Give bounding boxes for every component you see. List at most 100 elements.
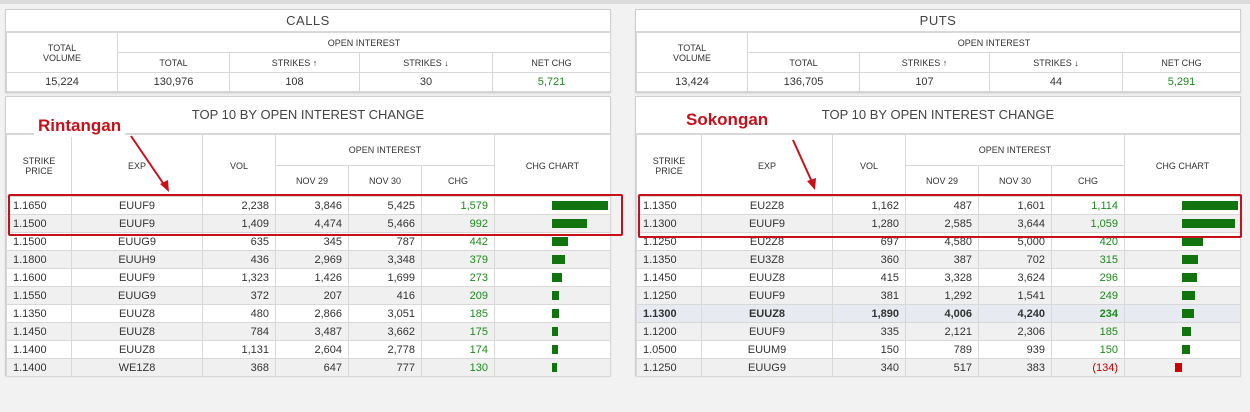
strikes-up-value: 108: [229, 72, 360, 92]
chg-bar: [1182, 237, 1204, 246]
table-row: 1.1800 EUUH9 436 2,969 3,348 379: [6, 250, 612, 269]
table-row: 1.1400 EUUZ8 1,131 2,604 2,778 174: [6, 340, 612, 359]
exp-cell: EUUZ8: [71, 340, 203, 359]
vol-cell: 480: [202, 304, 276, 323]
vol-cell: 368: [202, 358, 276, 377]
nov29-cell: 2,969: [275, 250, 349, 269]
strike-cell: 1.1550: [6, 286, 72, 305]
nov29-cell: 387: [905, 250, 979, 269]
nov30-cell: 416: [348, 286, 422, 305]
chg-bar: [552, 273, 562, 282]
nov30-cell: 1,699: [348, 268, 422, 287]
strike-cell: 1.1350: [6, 304, 72, 323]
table-row: 1.1400 WE1Z8 368 647 777 130: [6, 358, 612, 377]
chg-bar: [1182, 273, 1197, 282]
chg-bar: [552, 237, 568, 246]
vol-cell: 1,323: [202, 268, 276, 287]
chg-chart-cell: [494, 250, 612, 269]
puts-annotation-arrow: [792, 139, 816, 190]
chg-chart-cell: [494, 304, 612, 323]
chg-chart-cell: [494, 268, 612, 287]
top-bar: [0, 0, 1250, 4]
nov29-cell: 647: [275, 358, 349, 377]
chg-bar: [552, 345, 559, 354]
nov29-cell: 3,487: [275, 322, 349, 341]
nov29-cell: 3,328: [905, 268, 979, 287]
strike-cell: 1.1450: [6, 322, 72, 341]
vol-cell: 372: [202, 286, 276, 305]
table-row: 1.1250 EUUG9 340 517 383 (134): [636, 358, 1242, 377]
table-row: 1.1300 EUUZ8 1,890 4,006 4,240 234: [636, 304, 1242, 323]
table-row: 1.1200 EUUF9 335 2,121 2,306 185: [636, 322, 1242, 341]
nov30-cell: 3,348: [348, 250, 422, 269]
exp-cell: EUUZ8: [71, 322, 203, 341]
chg-chart-cell: [494, 286, 612, 305]
exp-cell: EUUG9: [701, 358, 833, 377]
vol-cell: 436: [202, 250, 276, 269]
nov29-cell: 2,604: [275, 340, 349, 359]
vol-cell: 1,131: [202, 340, 276, 359]
puts-highlight-box: [638, 194, 1242, 238]
exp-cell: EU3Z8: [701, 250, 833, 269]
chg-chart-cell: [1124, 358, 1242, 377]
strike-cell: 1.1250: [636, 286, 702, 305]
strike-cell: 1.1600: [6, 268, 72, 287]
puts-summary-panel: PUTS TOTAL VOLUME OPEN INTEREST TOTAL ST…: [635, 9, 1242, 93]
nov29-cell: 2,866: [275, 304, 349, 323]
net-chg-header: NET CHG: [1121, 52, 1242, 73]
table-row: 1.1350 EU3Z8 360 387 702 315: [636, 250, 1242, 269]
vol-cell: 340: [832, 358, 906, 377]
calls-top10-panel: TOP 10 BY OPEN INTEREST CHANGE STRIKE PR…: [5, 96, 612, 377]
open-interest-header: OPEN INTEREST: [746, 32, 1242, 53]
table-row: 1.1350 EUUZ8 480 2,866 3,051 185: [6, 304, 612, 323]
total-volume-value: 15,224: [6, 72, 118, 92]
open-interest-header: OPEN INTEREST: [904, 134, 1126, 166]
chg-cell: 234: [1050, 304, 1126, 323]
chg-chart-cell: [1124, 304, 1242, 323]
calls-top10-table: STRIKE PRICE EXP VOL OPEN INTEREST CHG C…: [6, 134, 612, 377]
calls-annotation-label: Rintangan: [34, 115, 126, 137]
strike-cell: 1.0500: [636, 340, 702, 359]
chg-chart-cell: [1124, 286, 1242, 305]
chg-header: CHG: [1050, 165, 1126, 197]
strike-cell: 1.1200: [636, 322, 702, 341]
total-value: 130,976: [117, 72, 230, 92]
chg-cell: 174: [420, 340, 496, 359]
nov30-cell: 383: [978, 358, 1052, 377]
vol-cell: 415: [832, 268, 906, 287]
strike-cell: 1.1400: [6, 340, 72, 359]
chg-cell: 185: [420, 304, 496, 323]
chg-chart-cell: [1124, 250, 1242, 269]
total-header: TOTAL: [117, 52, 230, 73]
nov30-cell: 702: [978, 250, 1052, 269]
chg-cell: (134): [1050, 358, 1126, 377]
vol-header: VOL: [202, 134, 276, 197]
vol-cell: 1,890: [832, 304, 906, 323]
vol-cell: 335: [832, 322, 906, 341]
vol-cell: 150: [832, 340, 906, 359]
strike-cell: 1.1250: [636, 358, 702, 377]
total-volume-header: TOTAL VOLUME: [636, 32, 748, 73]
strike-cell: 1.1300: [636, 304, 702, 323]
nov30-cell: 2,778: [348, 340, 422, 359]
chg-cell: 150: [1050, 340, 1126, 359]
exp-cell: EUUF9: [71, 268, 203, 287]
nov29-cell: 1,426: [275, 268, 349, 287]
chg-bar: [1182, 327, 1192, 336]
total-volume-header: TOTAL VOLUME: [6, 32, 118, 73]
puts-annotation-label: Sokongan: [682, 109, 773, 131]
nov30-cell: 1,541: [978, 286, 1052, 305]
strike-header: STRIKE PRICE: [636, 134, 702, 197]
chg-chart-header: CHG CHART: [1124, 134, 1242, 197]
chg-bar: [1182, 345, 1190, 354]
exp-cell: EUUM9: [701, 340, 833, 359]
nov30-header: NOV 30: [348, 165, 422, 197]
chg-cell: 175: [420, 322, 496, 341]
nov29-cell: 207: [275, 286, 349, 305]
chg-bar: [552, 291, 560, 300]
chg-bar: [552, 309, 559, 318]
calls-title: CALLS: [6, 10, 610, 32]
exp-cell: EUUZ8: [701, 268, 833, 287]
vol-header: VOL: [832, 134, 906, 197]
total-header: TOTAL: [747, 52, 860, 73]
